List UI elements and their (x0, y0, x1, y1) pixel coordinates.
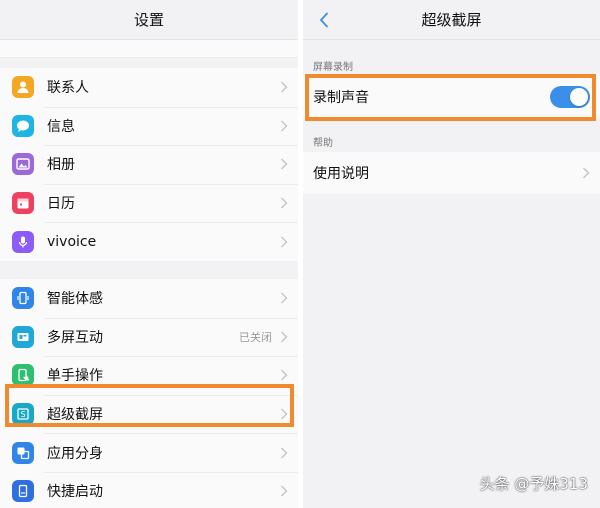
quick-launch-icon (12, 480, 34, 503)
sidebar-item-album[interactable]: 相册 (0, 145, 298, 184)
record-audio-toggle[interactable] (550, 86, 590, 108)
sidebar-item-contacts[interactable]: 联系人 (0, 68, 298, 107)
page-title: 设置 (133, 11, 164, 29)
album-icon (12, 153, 34, 176)
row-label: 快捷启动 (47, 484, 103, 501)
scrolled-row-peek (0, 40, 298, 58)
sidebar-item-calendar[interactable]: 日历 (0, 183, 298, 223)
message-icon (12, 114, 34, 137)
chevron-right-icon (281, 120, 288, 132)
phone-motion-icon (12, 287, 34, 310)
row-label: vivoice (47, 233, 97, 250)
help-label: 使用说明 (313, 166, 369, 182)
row-label: 信息 (47, 118, 75, 135)
row-label: 应用分身 (47, 445, 103, 462)
screenshot-icon: S (12, 403, 34, 426)
settings-group-apps: 联系人 信息 相册 日历 vivoice (0, 68, 298, 261)
super-screenshot-panel: 超级截屏 屏幕录制 录制声音 帮助 使用说明 (303, 0, 600, 508)
sidebar-item-multiscreen[interactable]: 多屏互动 已关闭 (0, 317, 298, 357)
chevron-right-icon (281, 236, 288, 248)
row-label: 联系人 (47, 80, 89, 97)
chevron-right-icon (281, 197, 288, 209)
watermark-text: 头条 @予姝313 (479, 475, 588, 493)
help-row[interactable]: 使用说明 (303, 152, 600, 194)
settings-group-features: 智能体感 多屏互动 已关闭 单手操作 S 超级截屏 应用分身 快捷启动 (0, 278, 298, 508)
sidebar-item-messages[interactable]: 信息 (0, 106, 298, 146)
super-screenshot-title-bar: 超级截屏 (303, 0, 600, 40)
back-button[interactable] (313, 9, 335, 31)
row-label: 超级截屏 (47, 407, 103, 424)
hand-icon (12, 364, 34, 387)
sidebar-item-app-clone[interactable]: 应用分身 (0, 433, 298, 472)
chevron-right-icon (281, 158, 288, 170)
row-label: 单手操作 (47, 368, 103, 385)
sidebar-item-one-hand[interactable]: 单手操作 (0, 356, 298, 395)
page-title: 超级截屏 (421, 11, 482, 29)
record-audio-row: 录制声音 (303, 76, 600, 118)
chevron-right-icon (281, 447, 288, 459)
sidebar-item-smart-motion[interactable]: 智能体感 (0, 279, 298, 318)
record-audio-label: 录制声音 (313, 90, 369, 106)
chevron-right-icon (583, 167, 590, 179)
settings-panel: 设置 联系人 信息 相册 日历 vivoice 智能体感 多屏互动 已关闭 单手… (0, 0, 298, 508)
chevron-right-icon (281, 292, 288, 304)
section-header-help: 帮助 (313, 138, 333, 149)
svg-text:S: S (20, 410, 25, 419)
sidebar-item-quick-launch[interactable]: 快捷启动 (0, 471, 298, 508)
chevron-right-icon (281, 408, 288, 420)
sidebar-item-super-screenshot[interactable]: S 超级截屏 (0, 394, 298, 434)
section-header-screen-recording: 屏幕录制 (313, 62, 353, 73)
row-label: 日历 (47, 196, 75, 213)
row-label: 相册 (47, 157, 75, 174)
chevron-right-icon (281, 331, 288, 343)
microphone-icon (12, 230, 34, 253)
back-arrow-icon (319, 12, 328, 28)
row-label: 多屏互动 (47, 329, 103, 346)
chevron-right-icon (281, 485, 288, 497)
row-label: 智能体感 (47, 291, 103, 308)
contacts-icon (12, 76, 34, 99)
settings-title-bar: 设置 (0, 0, 298, 40)
app-clone-icon (12, 441, 34, 464)
calendar-icon (12, 192, 34, 215)
chevron-right-icon (281, 81, 288, 93)
status-value: 已关闭 (239, 330, 272, 344)
multiscreen-icon (12, 325, 34, 348)
chevron-right-icon (281, 369, 288, 381)
toggle-knob (570, 88, 588, 106)
sidebar-item-vivoice[interactable]: vivoice (0, 222, 298, 261)
